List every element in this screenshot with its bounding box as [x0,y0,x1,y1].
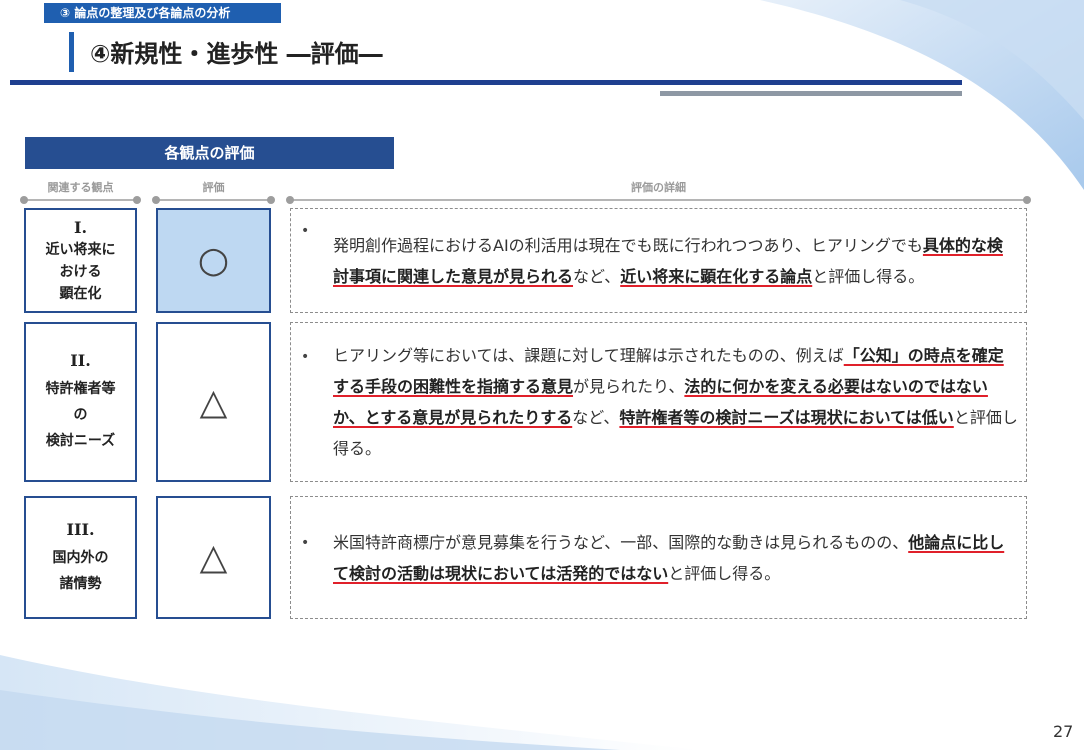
bullet-icon: • [301,223,310,239]
rating-cell-2: △ [156,322,271,482]
column-dot [152,196,160,204]
detail-text-segment: と評価し得る。 [668,563,781,583]
rating-cell-3: △ [156,496,271,619]
aspect-cell-1: I. 近い将来に おける 顕在化 [24,208,137,313]
rating-symbol: ○ [197,240,230,281]
column-rule-aspect [24,199,137,201]
aspect-label-line: 近い将来に [45,241,116,258]
aspect-label-line: 諸情勢 [59,575,102,592]
aspect-number: I. [73,217,88,237]
aspect-number: III. [66,519,95,539]
column-dot [133,196,141,204]
detail-text: 米国特許商標庁が意見募集を行うなど、一部、国際的な動きは見られるものの、他論点に… [333,527,1018,589]
detail-text-segment: 発明創作過程におけるAIの利活用は現在でも既に行われつつあり、ヒアリングでも [333,235,923,255]
header-subrule [660,91,962,96]
emphasized-text: 近い将来に顕在化する論点 [620,266,813,286]
detail-text-segment: と評価し得る。 [812,266,925,286]
aspect-label-line: の [73,407,88,423]
rating-symbol: △ [199,381,228,423]
aspect-cell-2: II. 特許権者等 の 検討ニーズ [24,322,137,482]
aspect-label-line: 顕在化 [59,285,102,302]
column-dot [20,196,28,204]
detail-cell-2: • ヒアリング等においては、課題に対して理解は示されたものの、例えば「公知」の時… [290,322,1027,482]
bullet-icon: • [301,349,310,365]
detail-cell-1: • 発明創作過程におけるAIの利活用は現在でも既に行われつつあり、ヒアリングでも… [290,208,1027,313]
column-header-detail: 評価の詳細 [631,181,686,194]
column-dot [267,196,275,204]
column-dot [286,196,294,204]
detail-text: 発明創作過程におけるAIの利活用は現在でも既に行われつつあり、ヒアリングでも具体… [333,230,1018,292]
aspect-label-line: 特許権者等 [45,381,116,397]
rating-symbol: △ [199,537,228,578]
column-header-rating: 評価 [202,181,225,194]
panel-title: 各観点の評価 [25,137,394,169]
page-number: 27 [1053,722,1074,741]
page-title: ④新規性・進歩性 ―評価― [90,40,383,68]
detail-cell-3: • 米国特許商標庁が意見募集を行うなど、一部、国際的な動きは見られるものの、他論… [290,496,1027,619]
column-dot [1023,196,1031,204]
detail-text-segment: 米国特許商標庁が意見募集を行うなど、一部、国際的な動きは見られるものの、 [333,532,909,552]
detail-text: ヒアリング等においては、課題に対して理解は示されたものの、例えば「公知」の時点を… [333,340,1018,464]
bullet-icon: • [301,535,310,551]
aspect-label-line: おける [59,263,102,280]
column-rule-detail [290,199,1027,201]
column-header-aspect: 関連する観点 [47,181,114,194]
aspect-cell-3: III. 国内外の 諸情勢 [24,496,137,619]
aspect-label-line: 国内外の [52,549,109,566]
emphasized-text: 特許権者等の検討ニーズは現状においては低い [619,408,954,427]
aspect-number: II. [70,351,91,370]
header-rule [10,80,962,85]
rating-cell-1: ○ [156,208,271,313]
detail-text-segment: など、 [573,266,621,286]
column-rule-rating [156,199,271,201]
detail-text-segment: が見られたり、 [573,377,685,396]
detail-text-segment: など、 [572,408,620,427]
section-tag: ③ 論点の整理及び各論点の分析 [44,3,281,23]
detail-text-segment: ヒアリング等においては、課題に対して理解は示されたものの、例えば [333,346,844,365]
title-accent-bar [69,32,74,72]
aspect-label-line: 検討ニーズ [45,433,116,449]
